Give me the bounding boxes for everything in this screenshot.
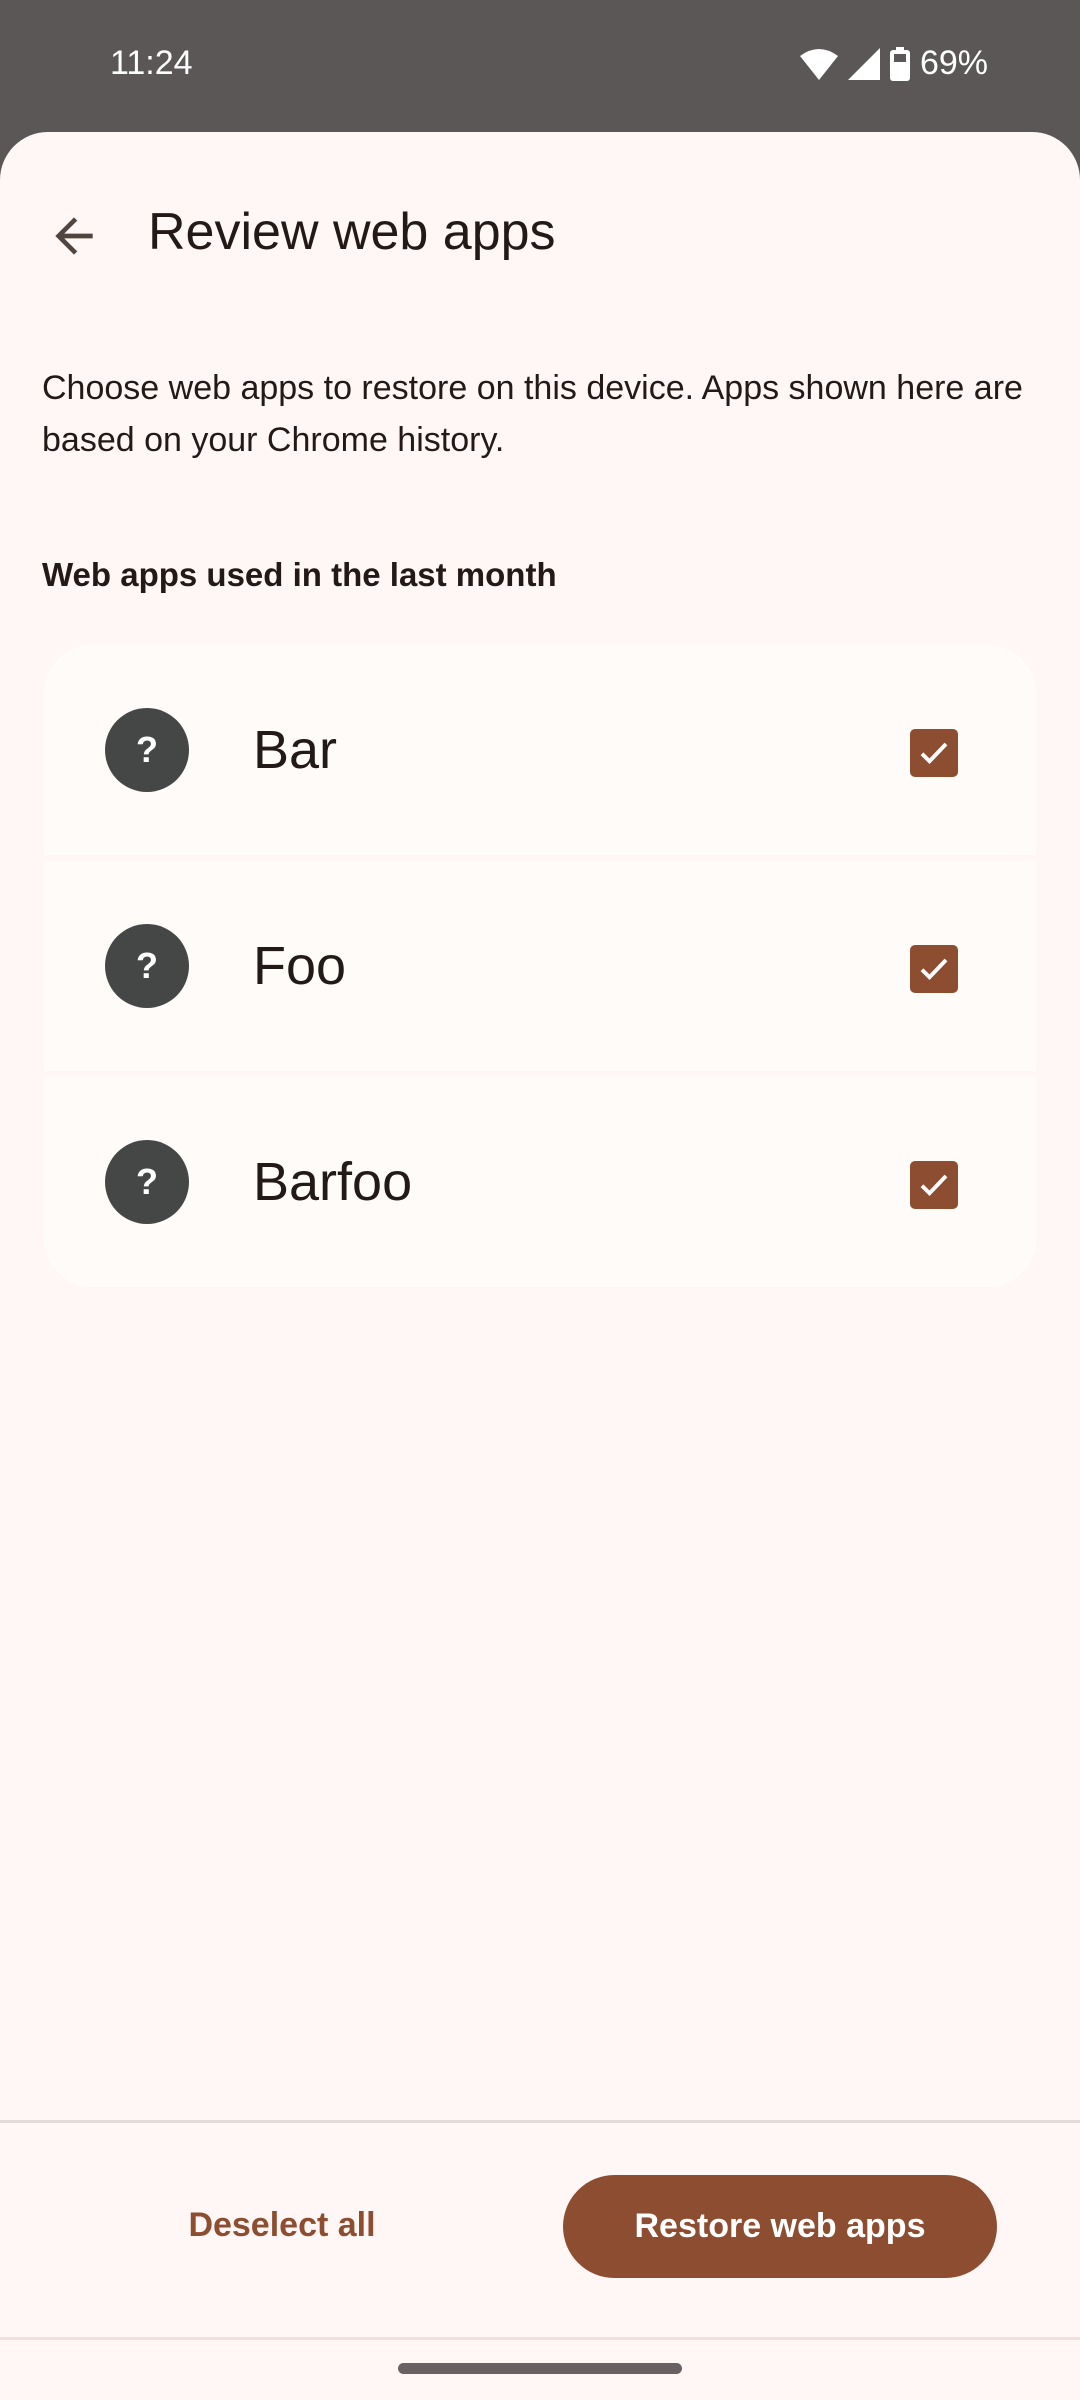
review-sheet: Review web apps Choose web apps to resto… (0, 132, 1080, 2400)
app-name: Barfoo (253, 1152, 413, 1212)
signal-icon (847, 47, 880, 80)
app-name: Foo (253, 936, 347, 996)
wifi-icon (799, 48, 838, 80)
app-checkbox[interactable] (910, 1161, 958, 1209)
check-icon (920, 742, 948, 765)
status-bar: 11:24 69% (0, 0, 1080, 132)
app-list: ? Bar ? Foo ? Barfoo (44, 645, 1036, 1287)
unknown-app-icon: ? (105, 924, 189, 1008)
divider (0, 2337, 1080, 2340)
list-item[interactable]: ? Barfoo (44, 1077, 1036, 1287)
divider (0, 2120, 1080, 2123)
battery-percent: 69% (919, 44, 988, 82)
battery-icon (889, 46, 910, 81)
list-item[interactable]: ? Foo (44, 861, 1036, 1071)
check-icon (920, 1174, 948, 1197)
list-item[interactable]: ? Bar (44, 645, 1036, 855)
description: Choose web apps to restore on this devic… (42, 369, 1023, 459)
section-title: Web apps used in the last month (42, 556, 557, 593)
app-name: Bar (253, 720, 338, 780)
app-checkbox[interactable] (910, 729, 958, 777)
status-icons: 69% (799, 44, 988, 83)
unknown-app-icon: ? (105, 1140, 189, 1224)
app-checkbox[interactable] (910, 945, 958, 993)
status-time: 11:24 (110, 44, 193, 82)
unknown-app-icon: ? (105, 708, 189, 792)
deselect-all-button[interactable]: Deselect all (150, 2175, 414, 2275)
home-handle[interactable] (398, 2363, 682, 2374)
page-title: Review web apps (148, 203, 556, 261)
arrow-back-icon[interactable] (46, 208, 102, 264)
restore-web-apps-button[interactable]: Restore web apps (563, 2175, 997, 2278)
check-icon (920, 958, 948, 981)
